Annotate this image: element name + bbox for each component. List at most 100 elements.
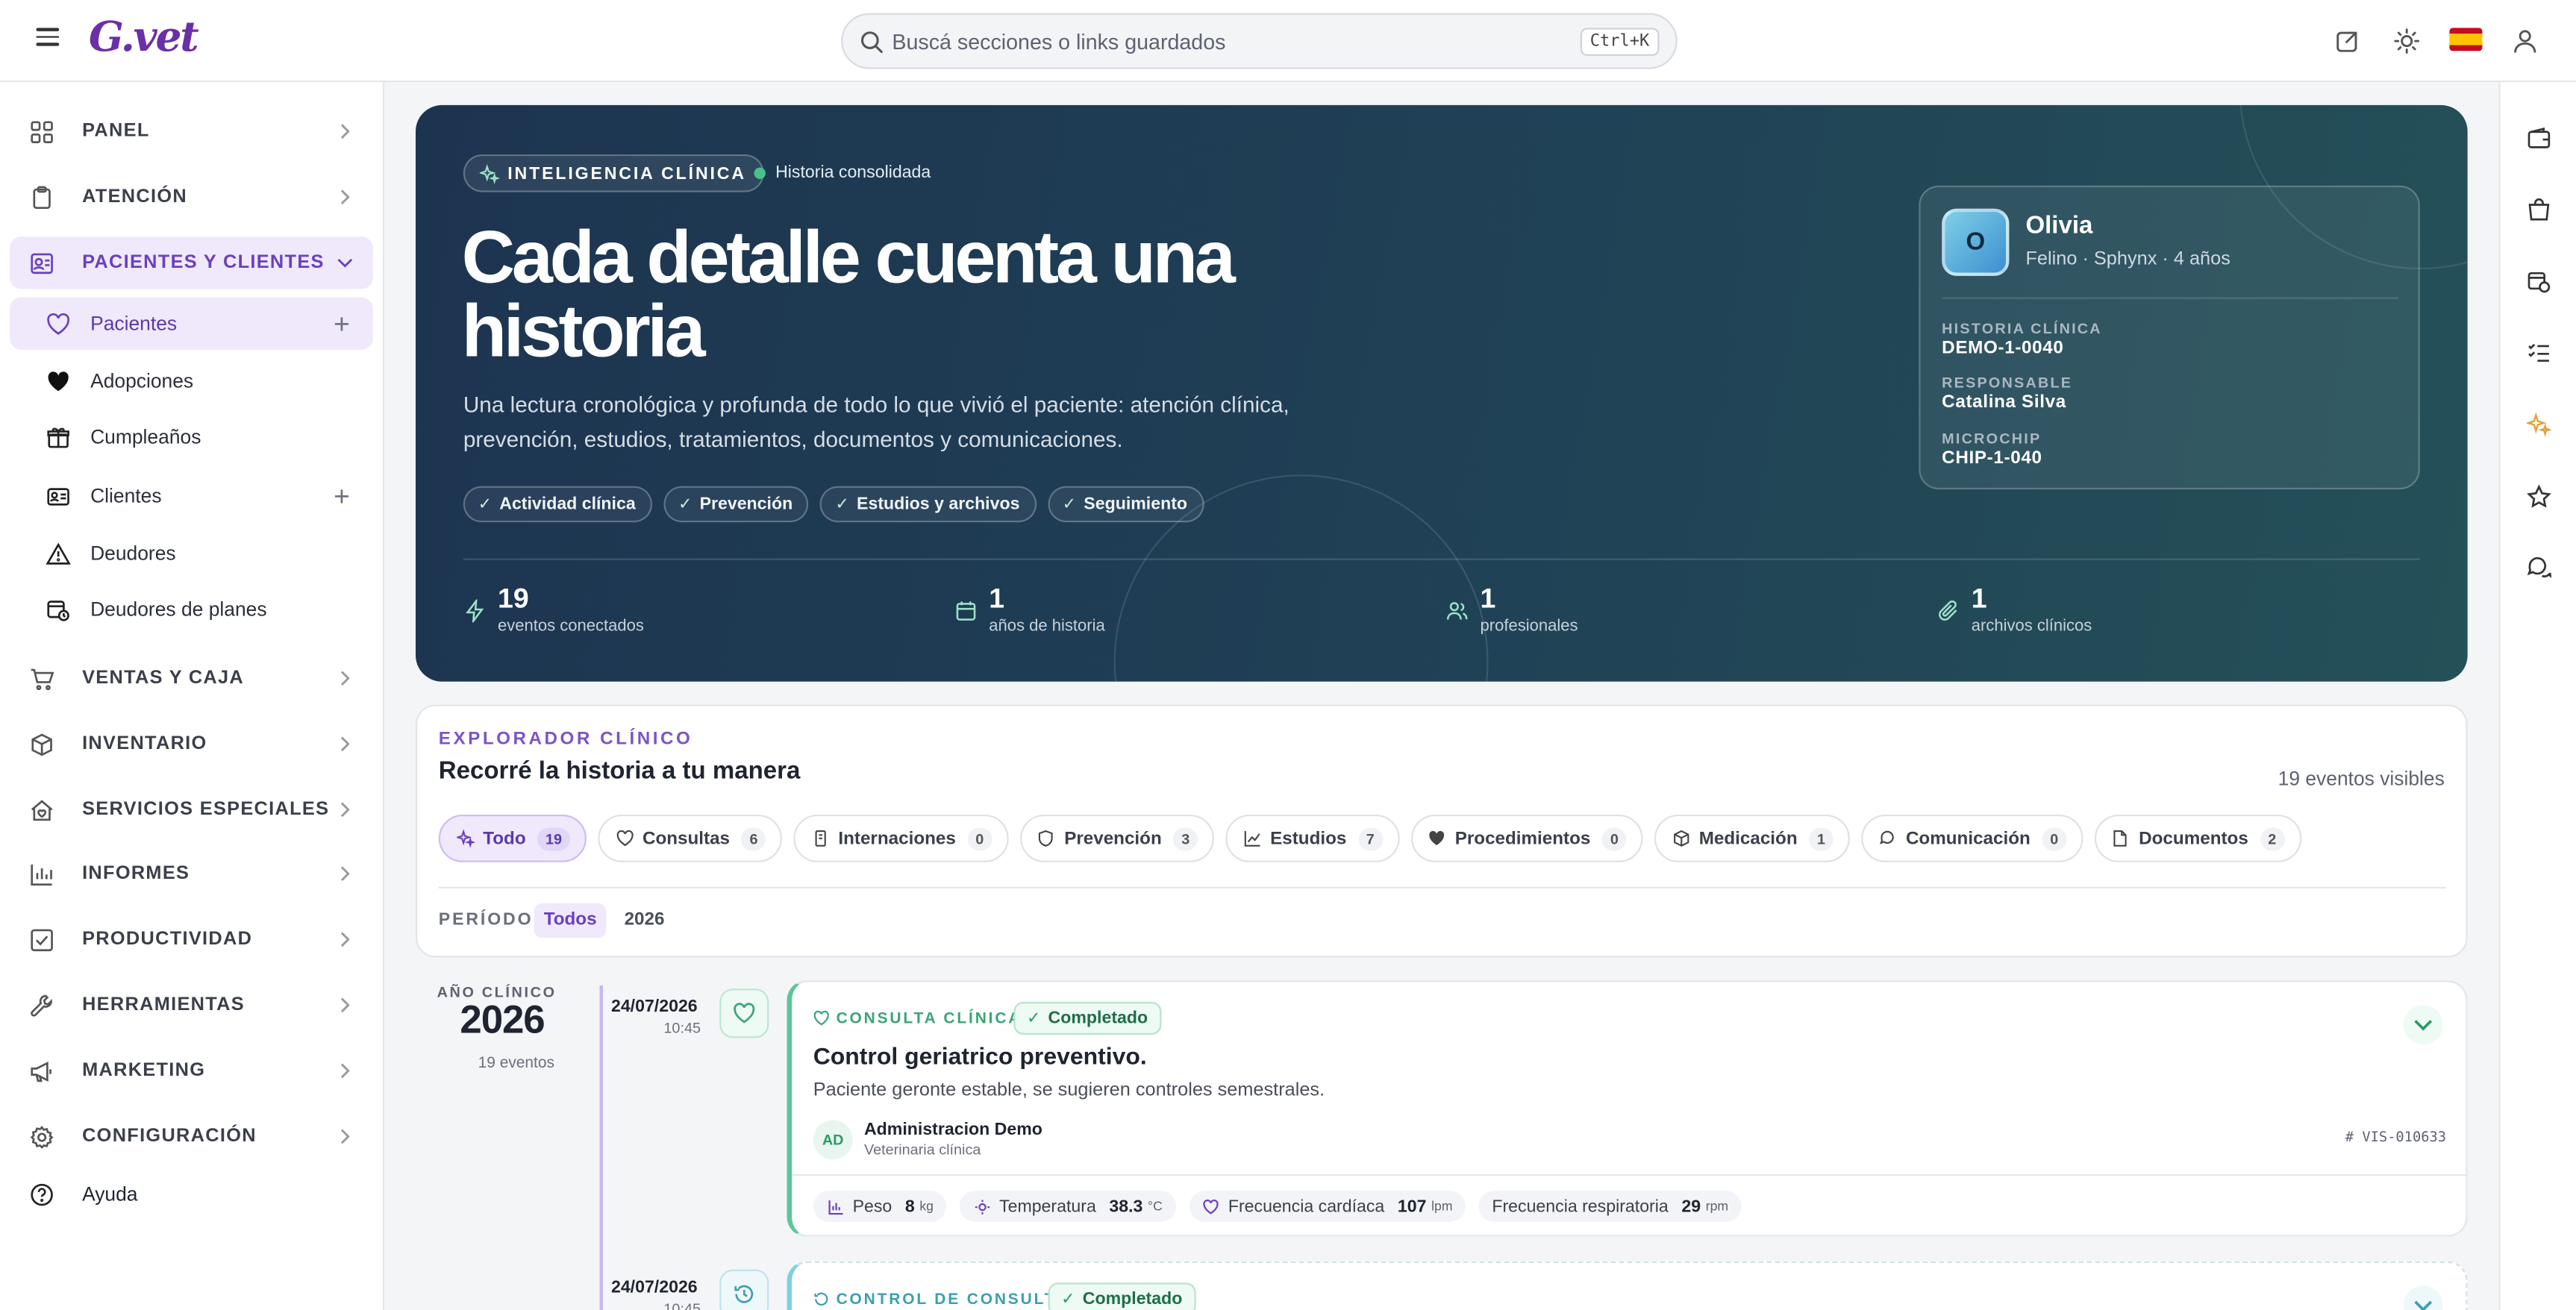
sidebar-item-pacientes-y-clientes[interactable]: PACIENTES Y CLIENTES [10,236,373,289]
filter-todo[interactable]: Todo 19 [438,814,587,862]
sidebar-item-label: INVENTARIO [82,734,207,754]
shopping-bag-icon[interactable] [2522,192,2554,225]
sidebar-item-label: PANEL [82,121,150,142]
chevron-right-icon [340,1063,350,1079]
stat-label: archivos clínicos [1971,617,2092,636]
add-cliente-button[interactable]: + [334,482,350,510]
sidebar-item-inventario[interactable]: INVENTARIO [10,718,373,770]
year-number: 2026 [460,998,545,1043]
chevron-right-icon [340,932,350,947]
filter-prevencion[interactable]: Prevención 3 [1019,814,1215,862]
event-id-value: VIS-010633 [2362,1129,2447,1147]
stat-value: 19 [498,583,529,615]
sidebar-item-atencion[interactable]: ATENCIÓN [10,171,373,223]
filter-label: Consultas [642,828,731,849]
explorer-title: Recorré la historia a tu manera [438,756,801,786]
sidebar-sub-cumpleanos[interactable]: Cumpleaños [10,410,373,463]
event-card[interactable]: CONSULTA CLÍNICA Completado Control geri… [787,980,2468,1237]
expand-button[interactable] [2403,1285,2443,1310]
sidebar-item-servicios-especiales[interactable]: SERVICIOS ESPECIALES [10,783,373,836]
user-icon[interactable] [2507,23,2542,59]
chat-icon[interactable] [2522,551,2554,583]
menu-icon[interactable] [30,23,66,59]
sidebar-item-ayuda[interactable]: Ayuda [10,1168,373,1220]
cart-icon [26,663,56,693]
filter-medicacion[interactable]: Medicación 1 [1654,814,1851,862]
filter-estudios[interactable]: Estudios 7 [1225,814,1399,862]
sidebar-item-ventas-y-caja[interactable]: VENTAS Y CAJA [10,652,373,704]
sidebar-item-informes[interactable]: INFORMES [10,847,373,900]
sidebar-sub-deudores-de-planes[interactable]: Deudores de planes [10,583,373,636]
event-time: 10:45 [663,1300,701,1310]
search-input[interactable]: Buscá secciones o links guardados Ctrl+K [841,13,1678,69]
filter-count: 19 [537,827,571,850]
vital-label: Peso [852,1196,892,1217]
event-card[interactable]: CONTROL DE CONSULTA Completado [787,1261,2468,1310]
home-heart-icon [26,795,56,825]
filter-documentos[interactable]: Documentos 2 [2094,814,2301,862]
stat-label: profesionales [1480,617,1578,636]
filter-internaciones[interactable]: Internaciones 0 [793,814,1009,862]
box-icon [1671,829,1690,848]
sidebar-item-label: PACIENTES Y CLIENTES [82,253,325,273]
chevron-right-icon [340,189,350,204]
external-link-icon[interactable] [2330,23,2366,59]
sidebar-sub-label: Deudores [90,542,176,565]
contact-card-icon [26,248,56,278]
calendar-clock-icon [43,595,72,624]
filter-count: 1 [1809,827,1834,850]
sparkle-icon[interactable] [2522,407,2554,440]
paperclip-icon [1939,600,1957,621]
divider [463,558,2420,560]
filter-bar: Todo 19 Consultas 6 Internaciones 0 Prev… [438,814,2301,862]
gift-icon [43,422,72,452]
vital-value: 8 [904,1196,915,1217]
field-label: MICROCHIP [1942,430,2042,447]
event-time: 10:45 [663,1020,701,1037]
add-paciente-button[interactable]: + [334,310,350,337]
language-flag-icon[interactable] [2449,28,2483,51]
right-rail [2498,82,2576,1310]
sidebar-sub-clientes[interactable]: Clientes + [10,470,373,522]
star-icon[interactable] [2522,480,2554,513]
filter-comunicacion[interactable]: Comunicación 0 [1861,814,2083,862]
sidebar-sub-adopciones[interactable]: Adopciones [10,355,373,407]
clipboard-icon [26,182,56,212]
wallet-icon[interactable] [2522,122,2554,154]
period-2026-button[interactable]: 2026 [625,910,665,930]
heart-outline-icon [1202,1197,1220,1215]
gear-icon [26,1122,56,1152]
document-icon [2111,829,2130,848]
year-label: AÑO CLÍNICO [437,983,557,1000]
checklist-icon[interactable] [2522,335,2554,368]
vital-temperatura: Temperatura 38.3 °C [960,1191,1176,1222]
chevron-down-icon [337,258,353,268]
sidebar-item-marketing[interactable]: MARKETING [10,1044,373,1097]
clinical-explorer: EXPLORADOR CLÍNICO Recorré la historia a… [415,704,2468,958]
vital-value: 29 [1681,1196,1701,1217]
sidebar-item-productividad[interactable]: PRODUCTIVIDAD [10,913,373,965]
sidebar-item-configuracion[interactable]: CONFIGURACIÓN [10,1110,373,1162]
building-icon [810,829,830,848]
sidebar-sub-deudores[interactable]: Deudores [10,527,373,580]
vital-value: 107 [1397,1196,1427,1217]
sidebar-item-label: ATENCIÓN [82,187,188,207]
sidebar-sub-pacientes[interactable]: Pacientes + [10,297,373,350]
app-logo[interactable]: G.vet [89,13,199,61]
users-icon [1446,602,1468,620]
sidebar-item-herramientas[interactable]: HERRAMIENTAS [10,979,373,1031]
filter-consultas[interactable]: Consultas 6 [598,814,783,862]
explorer-kicker: EXPLORADOR CLÍNICO [438,729,693,749]
sidebar-item-panel[interactable]: PANEL [10,105,373,157]
grid-icon [26,116,56,146]
expand-button[interactable] [2403,1005,2443,1045]
sidebar-item-label: VENTAS Y CAJA [82,668,245,689]
chip-prevencion: Prevención [663,486,810,523]
filter-procedimientos[interactable]: Procedimientos 0 [1410,814,1643,862]
calendar-clock-icon[interactable] [2522,264,2554,297]
period-all-button[interactable]: Todos [534,903,607,938]
wrench-icon [26,991,56,1021]
top-bar: G.vet Buscá secciones o links guardados … [0,0,2576,83]
theme-sun-icon[interactable] [2389,23,2425,59]
author-role: Veterinaria clínica [863,1141,981,1159]
